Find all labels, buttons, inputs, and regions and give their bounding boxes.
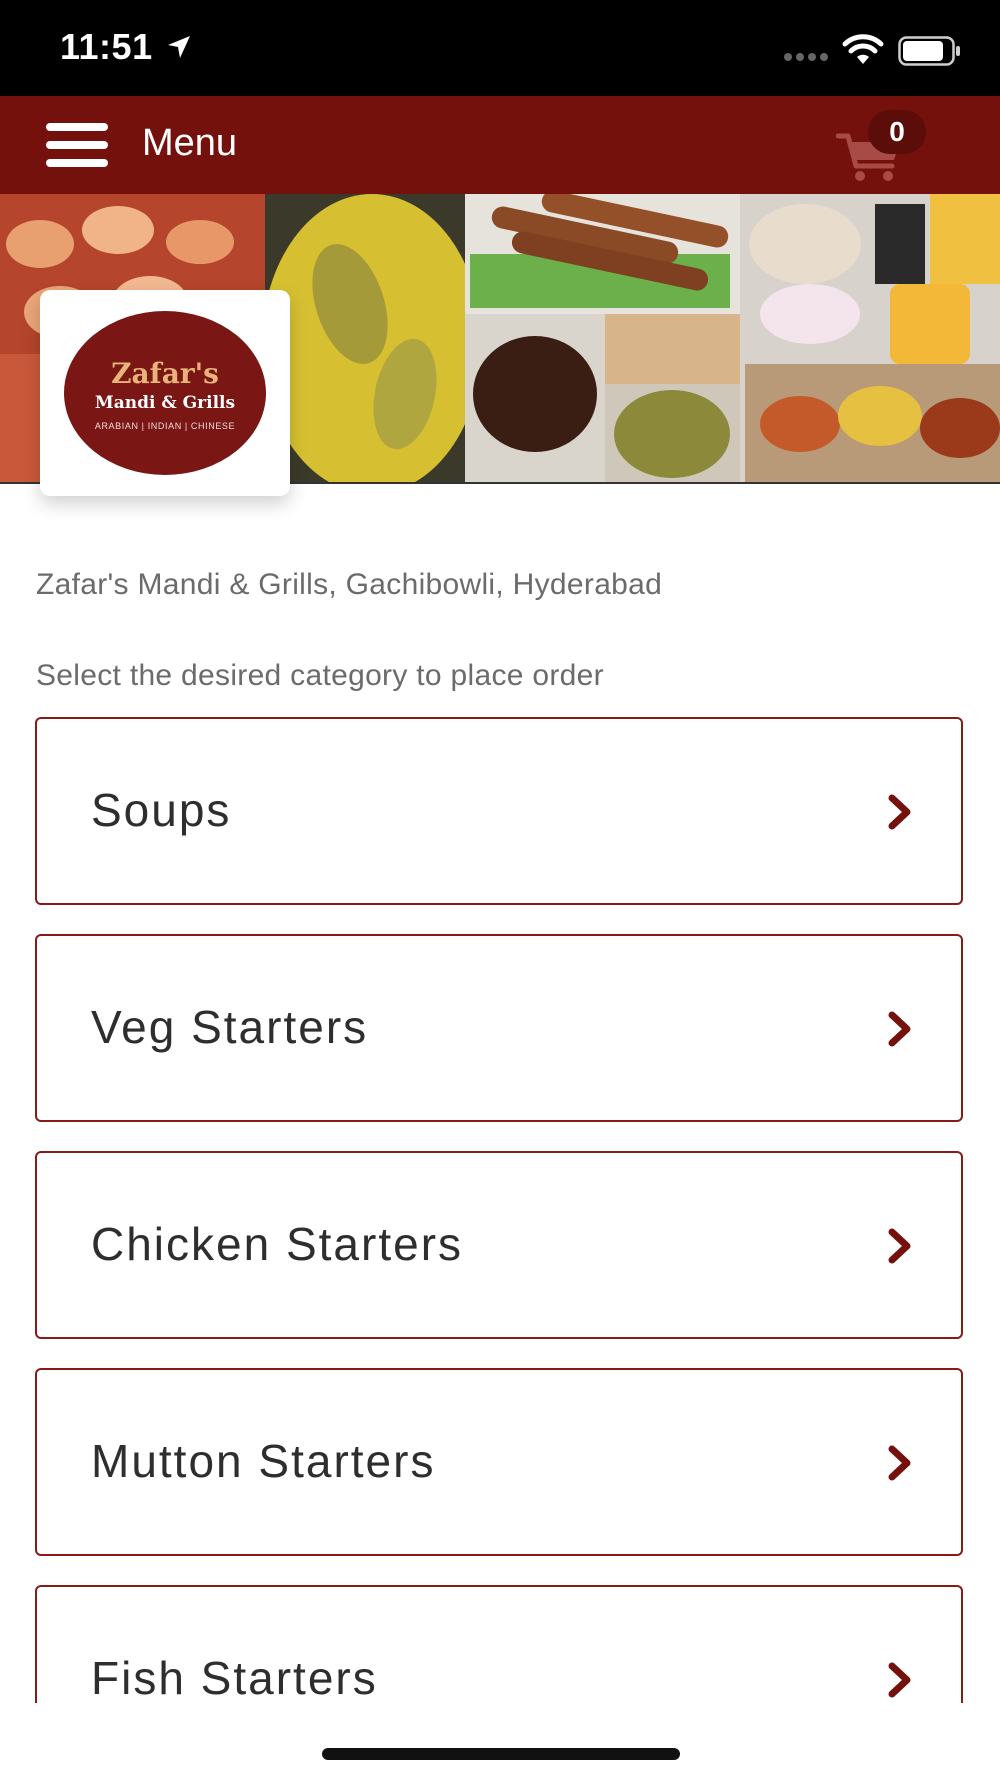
chevron-right-icon bbox=[888, 1662, 911, 1698]
chevron-right-icon bbox=[888, 1228, 911, 1264]
cart-count-badge: 0 bbox=[868, 110, 926, 154]
battery-icon bbox=[898, 36, 960, 66]
wifi-icon bbox=[842, 34, 884, 64]
home-indicator[interactable] bbox=[322, 1748, 680, 1760]
category-label: Soups bbox=[91, 784, 232, 836]
category-fish-starters[interactable]: Fish Starters bbox=[35, 1585, 963, 1703]
category-list: Soups Veg Starters Chicken Starters Mutt… bbox=[35, 717, 963, 1703]
instruction-text: Select the desired category to place ord… bbox=[36, 659, 604, 692]
chevron-right-icon bbox=[888, 1445, 911, 1481]
hamburger-menu-icon[interactable] bbox=[46, 123, 108, 167]
chevron-right-icon bbox=[888, 794, 911, 830]
restaurant-name: Zafar's Mandi & Grills, Gachibowli, Hyde… bbox=[36, 568, 663, 601]
signal-icon bbox=[784, 53, 828, 61]
category-label: Fish Starters bbox=[91, 1652, 378, 1703]
cart-button[interactable]: 0 bbox=[836, 110, 936, 184]
header-title: Menu bbox=[142, 122, 238, 164]
category-chicken-starters[interactable]: Chicken Starters bbox=[35, 1151, 963, 1339]
restaurant-logo-card: Zafar's Mandi & Grills ARABIAN | INDIAN … bbox=[40, 290, 290, 496]
category-label: Chicken Starters bbox=[91, 1218, 464, 1270]
category-soups[interactable]: Soups bbox=[35, 717, 963, 905]
category-label: Mutton Starters bbox=[91, 1435, 436, 1487]
category-veg-starters[interactable]: Veg Starters bbox=[35, 934, 963, 1122]
logo-name: Zafar's bbox=[111, 357, 219, 390]
category-label: Veg Starters bbox=[91, 1001, 369, 1053]
status-time: 11:51 bbox=[60, 26, 153, 67]
logo-subname: Mandi & Grills bbox=[94, 393, 236, 413]
location-arrow-icon bbox=[168, 36, 190, 58]
app-screen: 11:51 Menu 0 Zafar's Mandi & Grills ARAB… bbox=[0, 0, 1000, 1778]
chevron-right-icon bbox=[888, 1011, 911, 1047]
restaurant-logo: Zafar's Mandi & Grills ARABIAN | INDIAN … bbox=[64, 311, 266, 475]
app-header: Menu 0 bbox=[0, 96, 1000, 194]
status-bar: 11:51 bbox=[0, 0, 1000, 96]
logo-cuisines: ARABIAN | INDIAN | CHINESE bbox=[94, 421, 236, 431]
category-mutton-starters[interactable]: Mutton Starters bbox=[35, 1368, 963, 1556]
